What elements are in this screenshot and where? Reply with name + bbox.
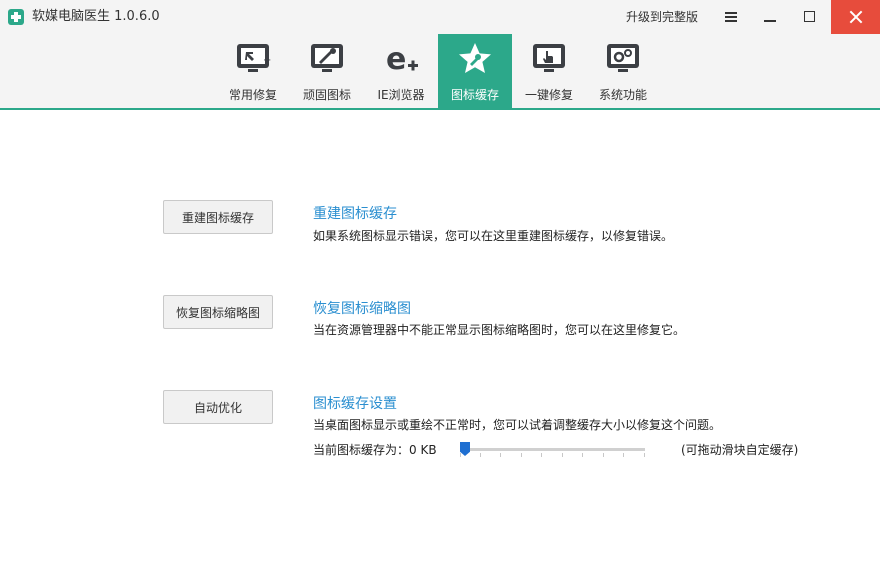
current-cache-size: 当前图标缓存为：0 KB (313, 443, 437, 457)
maximize-button[interactable] (790, 0, 830, 34)
cache-settings-title: 图标缓存设置 (313, 396, 397, 412)
restore-thumbnails-desc: 当在资源管理器中不能正常显示图标缩略图时，您可以在这里修复它。 (313, 323, 686, 337)
title-bar: 软媒电脑医生 1.0.6.0 升级到完整版 (0, 0, 880, 34)
rebuild-icon-cache-desc: 如果系统图标显示错误，您可以在这里重建图标缓存，以修复错误。 (313, 229, 674, 243)
slider-ticks (460, 453, 645, 458)
tab-label: 顽固图标 (302, 88, 351, 102)
tab-label: 常用修复 (228, 88, 277, 102)
window-title: 软媒电脑医生 1.0.6.0 (32, 9, 160, 24)
hamburger-icon (725, 12, 737, 14)
cache-size-slider[interactable] (460, 448, 645, 451)
slider-hint: (可拖动滑块自定缓存) (681, 443, 799, 457)
tool-tabs: + 常用修复 顽固图标 e IE浏览器 图标缓存 一键修复 系统功能 (0, 34, 880, 110)
tab-icon-cache[interactable]: 图标缓存 (438, 34, 512, 108)
monitor-hand-icon (533, 44, 565, 72)
tab-label: IE浏览器 (377, 88, 425, 102)
upgrade-link[interactable]: 升级到完整版 (626, 9, 698, 25)
tab-label: 一键修复 (524, 88, 573, 102)
tab-common-repair[interactable]: + 常用修复 (216, 34, 290, 108)
rebuild-icon-cache-button[interactable]: 重建图标缓存 (163, 200, 273, 234)
tab-stubborn-icons[interactable]: 顽固图标 (290, 34, 364, 108)
svg-text:+: + (263, 55, 271, 66)
ie-browser-icon: e (386, 42, 418, 76)
svg-text:e: e (386, 42, 406, 76)
monitor-wand-icon (311, 44, 343, 72)
auto-optimize-button[interactable]: 自动优化 (163, 390, 273, 424)
star-wrench-icon (459, 43, 491, 73)
restore-thumbnails-button[interactable]: 恢复图标缩略图 (163, 295, 273, 329)
cache-settings-desc: 当桌面图标显示或重绘不正常时，您可以试着调整缓存大小以修复这个问题。 (313, 418, 722, 432)
menu-button[interactable] (711, 0, 751, 34)
tab-ie-browser[interactable]: e IE浏览器 (364, 34, 438, 108)
monitor-cursor-icon: + (237, 44, 271, 72)
minimize-button[interactable] (750, 0, 790, 34)
close-button[interactable] (831, 0, 880, 34)
tab-system-functions[interactable]: 系统功能 (586, 34, 660, 108)
tab-label: 系统功能 (598, 88, 647, 102)
maximize-icon (804, 11, 815, 22)
tab-label: 图标缓存 (450, 88, 499, 102)
minimize-icon (764, 20, 776, 22)
app-logo-icon (8, 9, 24, 25)
tab-one-click-repair[interactable]: 一键修复 (512, 34, 586, 108)
monitor-gears-icon (607, 44, 639, 72)
restore-thumbnails-title: 恢复图标缩略图 (313, 301, 411, 317)
rebuild-icon-cache-title: 重建图标缓存 (313, 206, 397, 222)
